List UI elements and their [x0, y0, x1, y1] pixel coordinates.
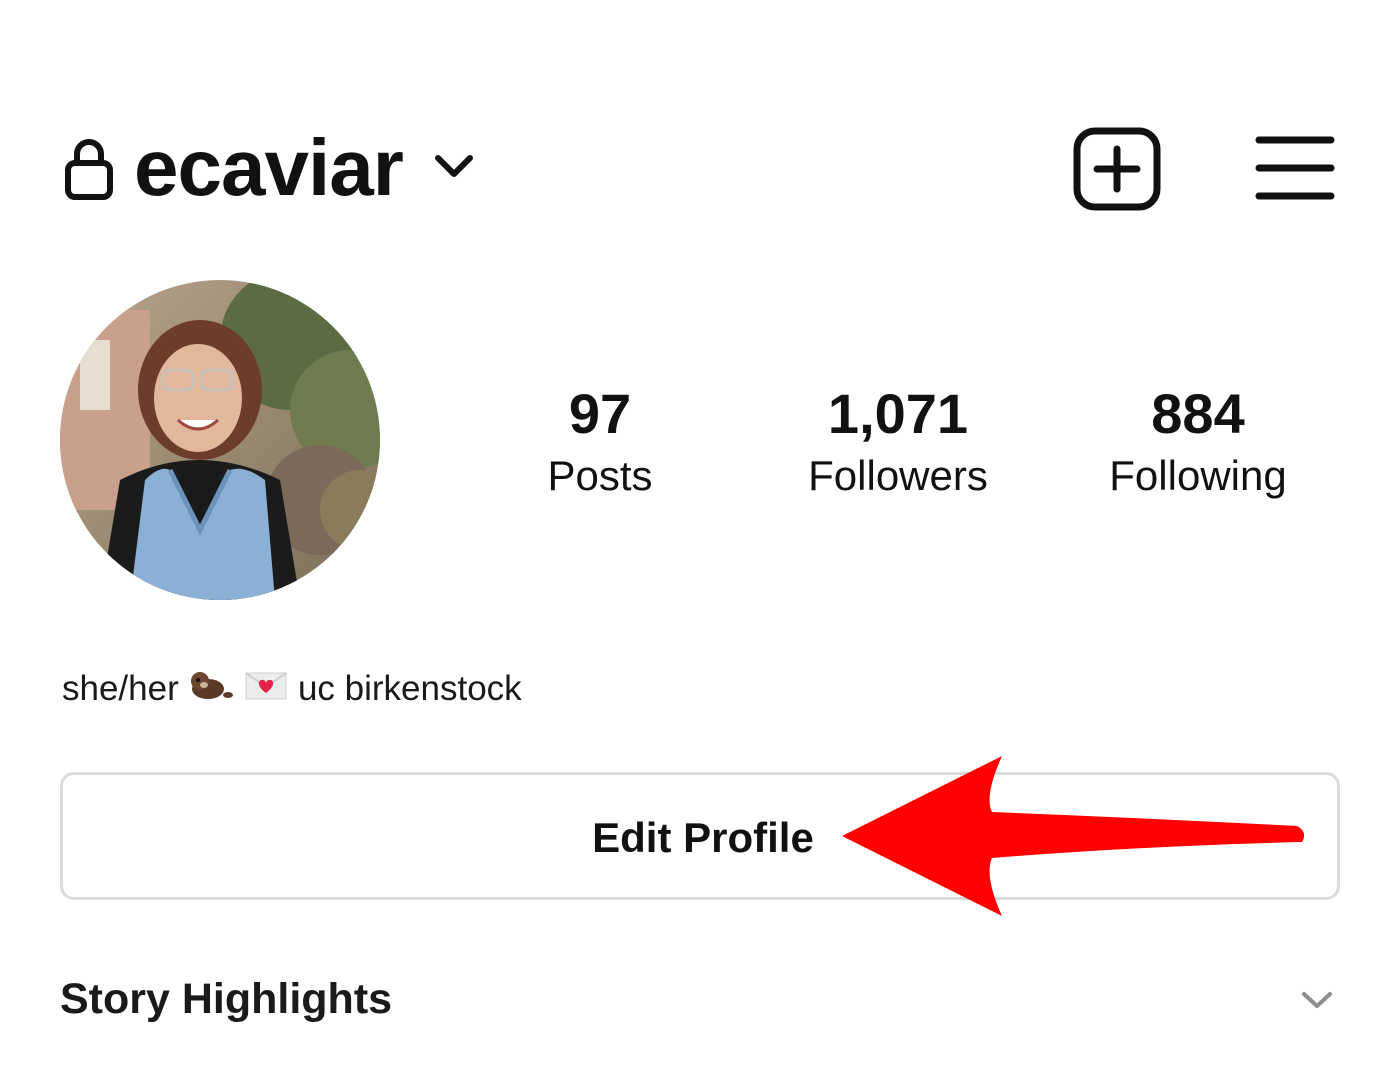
following-stat[interactable]: 884 Following: [1068, 380, 1328, 504]
followers-stat[interactable]: 1,071 Followers: [768, 380, 1028, 504]
bio: she/her uc birkenstock: [62, 666, 522, 715]
following-label: Following: [1109, 452, 1287, 499]
lock-icon: [65, 139, 113, 200]
bio-pronouns: she/her: [62, 669, 179, 708]
hamburger-menu-icon[interactable]: [1255, 134, 1335, 202]
followers-label: Followers: [808, 452, 988, 499]
red-arrow-annotation: [842, 756, 1305, 916]
otter-icon: [188, 667, 234, 715]
username[interactable]: ecaviar: [134, 118, 404, 218]
bio-text: uc birkenstock: [297, 669, 522, 708]
posts-count: 97: [568, 382, 632, 445]
love-letter-icon: [244, 667, 288, 715]
chevron-down-icon[interactable]: [1300, 986, 1334, 1014]
profile-photo: [60, 280, 380, 600]
following-count: 884: [1151, 382, 1245, 445]
chevron-down-icon[interactable]: [432, 148, 476, 184]
posts-stat[interactable]: 97 Posts: [470, 380, 730, 504]
followers-count: 1,071: [827, 382, 969, 445]
avatar[interactable]: [60, 280, 380, 600]
story-highlights-title: Story Highlights: [60, 975, 393, 1023]
avatar-container: [60, 280, 449, 874]
profile-header: ecaviar: [0, 0, 1400, 240]
plus-square-icon[interactable]: [1072, 126, 1162, 212]
posts-label: Posts: [547, 452, 653, 499]
story-highlights-section[interactable]: Story Highlights: [60, 968, 1340, 1032]
